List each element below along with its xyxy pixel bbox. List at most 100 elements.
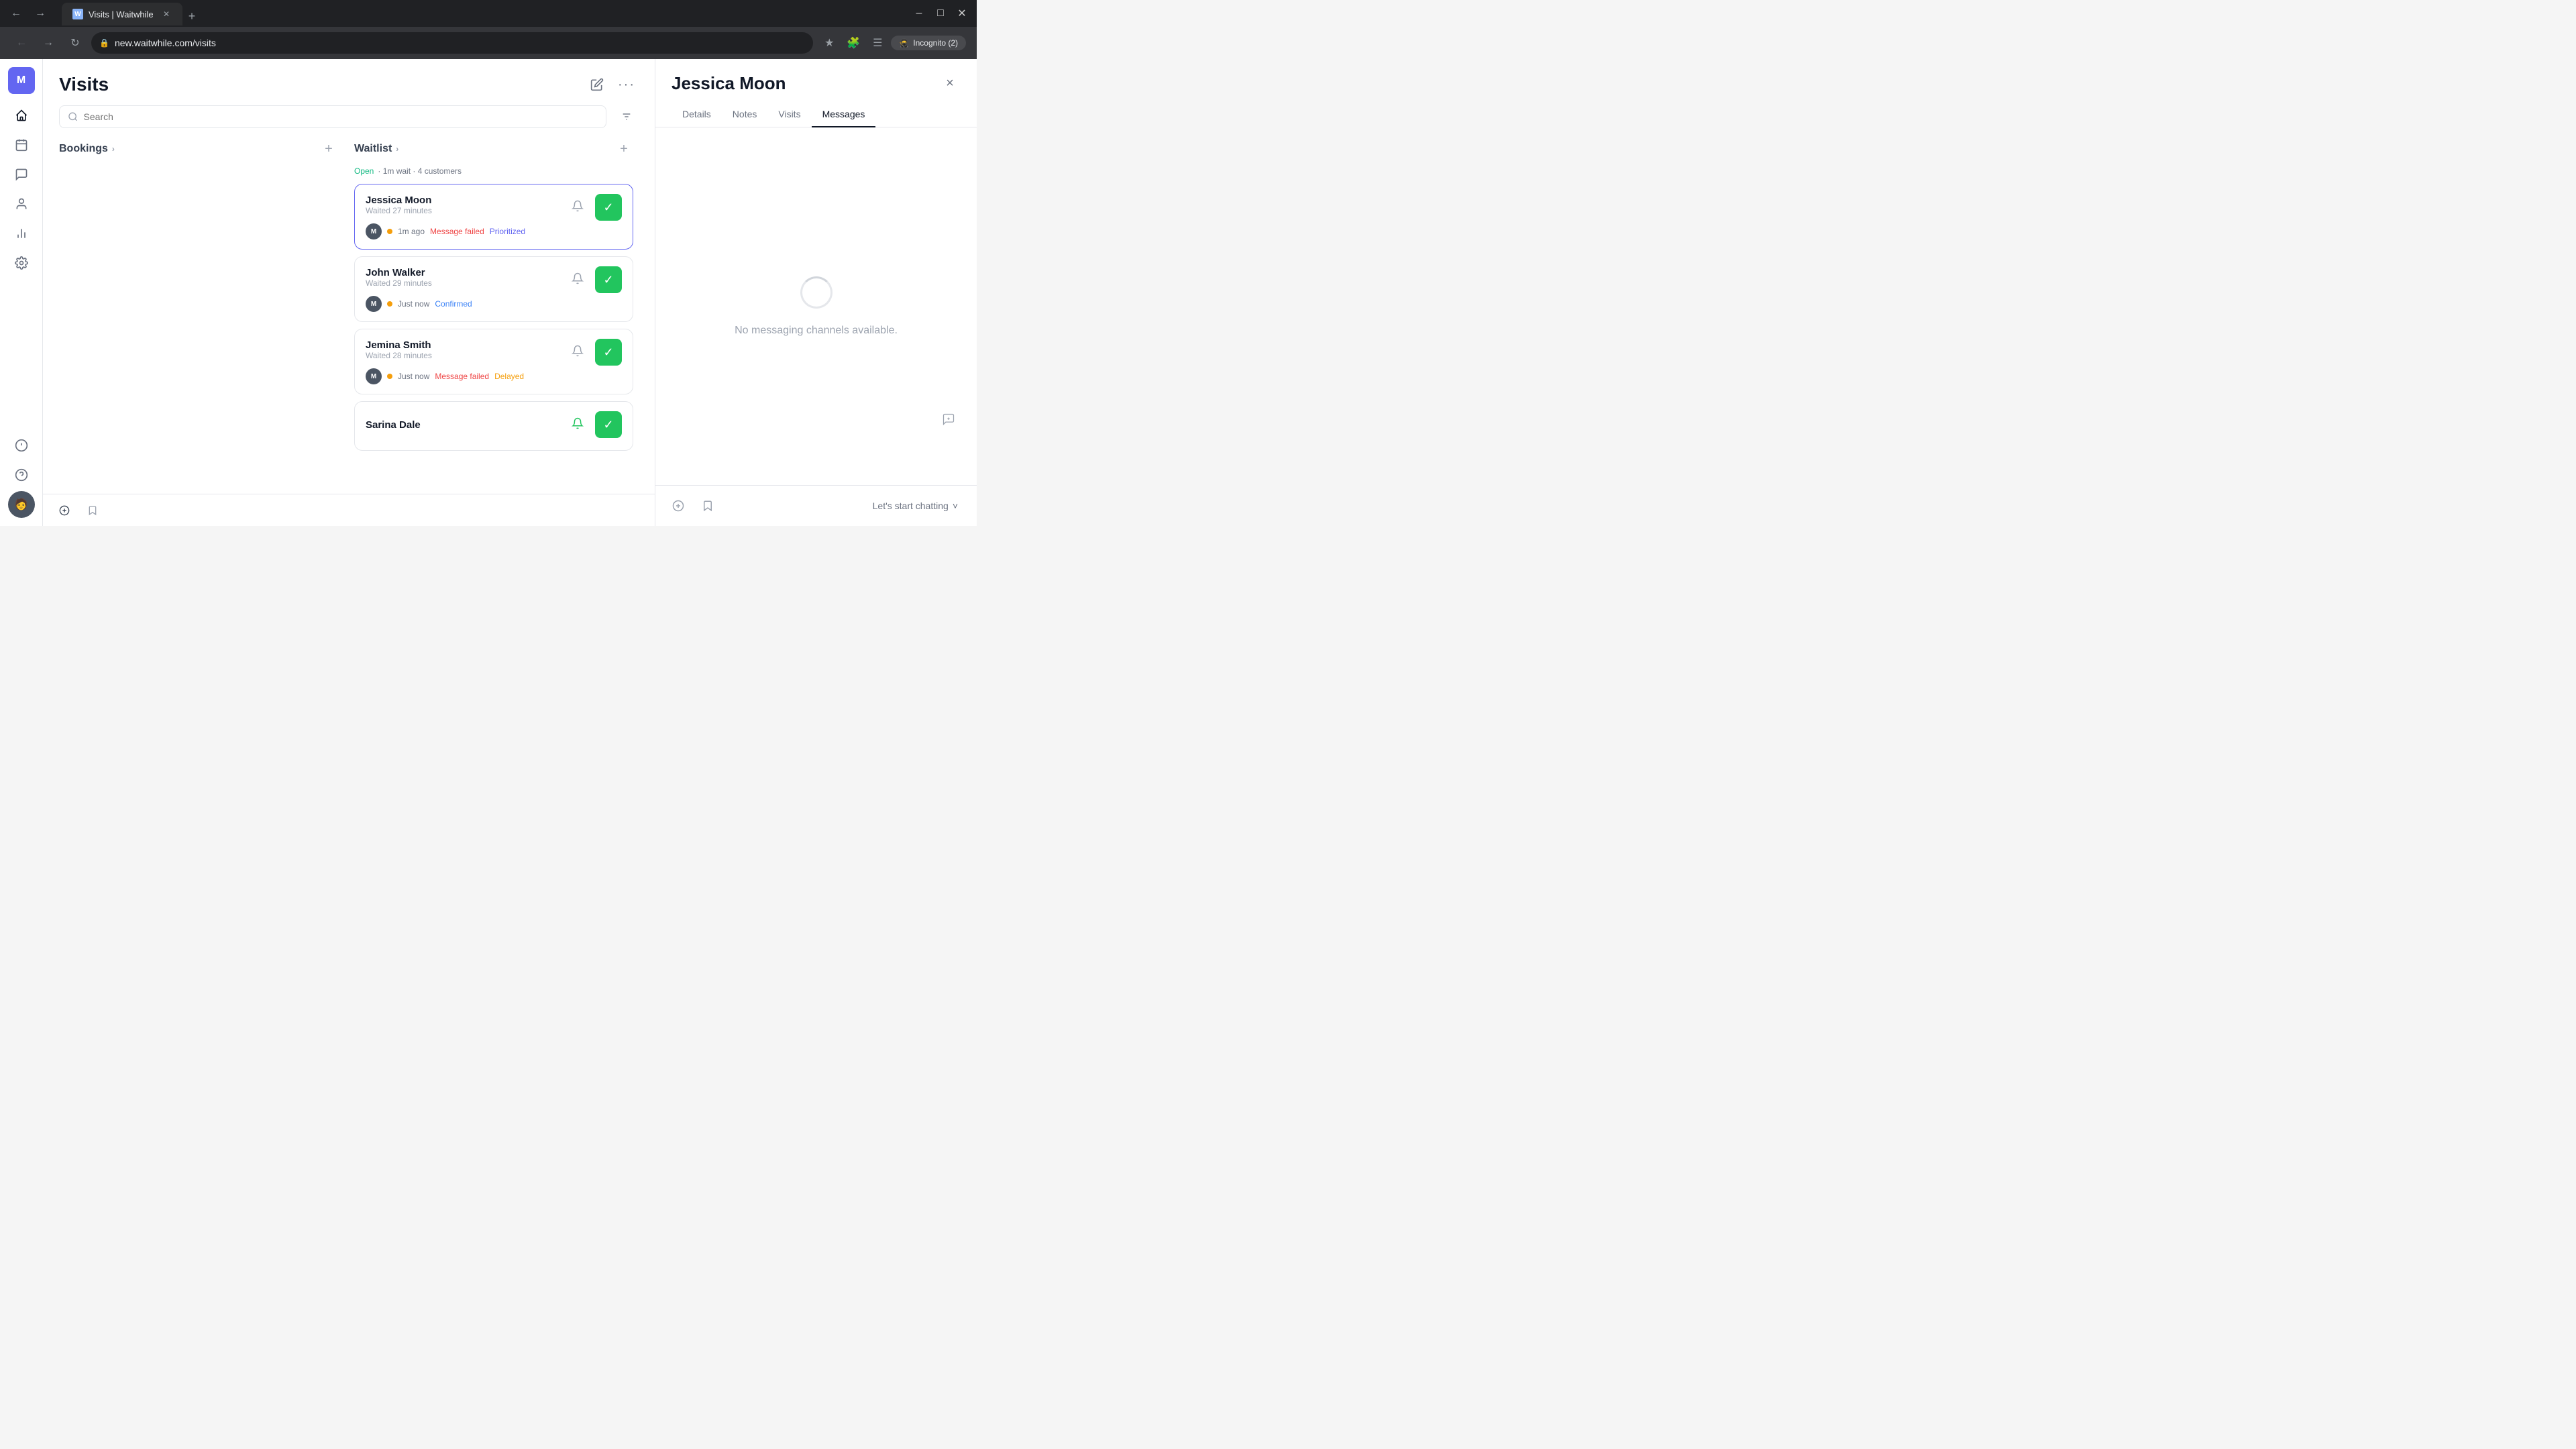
more-options-button[interactable]: ··· (614, 72, 639, 97)
right-panel-footer: Let's start chatting ˅ (655, 485, 977, 526)
right-panel-close-button[interactable]: × (939, 72, 961, 94)
bell-button-jemina[interactable] (566, 339, 590, 363)
tab-details[interactable]: Details (672, 102, 722, 127)
browser-toolbar: ← → ↻ 🔒 new.waitwhile.com/visits ★ 🧩 ☰ 🥷… (0, 27, 977, 59)
columns-container: Bookings › + Waitlist › + Open · (43, 137, 655, 494)
sidebar-item-messages[interactable] (8, 161, 35, 188)
sidebar-item-calendar[interactable] (8, 131, 35, 158)
reload-button[interactable]: ↻ (64, 32, 86, 54)
close-window-button[interactable]: ✕ (953, 4, 971, 23)
visit-waited-jemina: Waited 28 minutes (366, 351, 432, 360)
footer-bookmark-button[interactable] (696, 494, 720, 518)
search-input-wrap[interactable] (59, 105, 606, 128)
bell-button-john[interactable] (566, 266, 590, 290)
sidebar-item-people[interactable] (8, 191, 35, 217)
visit-card-top-john: John Walker Waited 29 minutes ✓ (366, 266, 622, 293)
toolbar-actions: ★ 🧩 ☰ 🥷 Incognito (2) (818, 32, 966, 54)
sidebar-button[interactable]: ☰ (867, 32, 888, 54)
visit-card-top-jemina: Jemina Smith Waited 28 minutes ✓ (366, 339, 622, 366)
visit-card-top-jessica: Jessica Moon Waited 27 minutes ✓ (366, 194, 622, 221)
bookings-add-button[interactable]: + (319, 140, 338, 158)
filter-button[interactable] (614, 105, 639, 129)
bookmark-visit-button[interactable] (80, 498, 105, 523)
tab-bar: W Visits | Waitwhile ✕ + (56, 1, 207, 25)
bell-button-sarina[interactable] (566, 411, 590, 435)
url-text: new.waitwhile.com/visits (115, 38, 216, 48)
meta-extra-tag-jessica: Prioritized (490, 225, 525, 237)
lock-icon: 🔒 (99, 38, 109, 48)
back-nav-button[interactable]: ← (11, 32, 32, 54)
browser-controls: ← → (5, 3, 51, 24)
visit-card-actions-jessica: ✓ (566, 194, 622, 221)
meta-time-jemina: Just now (398, 372, 429, 381)
sidebar-item-analytics[interactable] (8, 220, 35, 247)
bookings-title[interactable]: Bookings › (59, 143, 115, 155)
no-messaging-text: No messaging channels available. (735, 325, 898, 337)
right-panel-tabs: Details Notes Visits Messages (655, 102, 977, 127)
check-button-jemina[interactable]: ✓ (595, 339, 622, 366)
visit-card-jessica-moon[interactable]: Jessica Moon Waited 27 minutes ✓ (354, 184, 633, 250)
tab-notes[interactable]: Notes (722, 102, 768, 127)
visit-card-actions-john: ✓ (566, 266, 622, 293)
right-panel: Jessica Moon × Details Notes Visits Mess… (655, 59, 977, 526)
waitlist-status-rest: · 1m wait · 4 customers (378, 166, 462, 176)
message-action-button[interactable] (936, 407, 961, 431)
check-button-john[interactable]: ✓ (595, 266, 622, 293)
meta-tag-jessica: Message failed (430, 225, 484, 237)
visit-waited-john: Waited 29 minutes (366, 278, 432, 288)
sidebar-avatar[interactable]: M (8, 67, 35, 94)
maximize-button[interactable]: □ (931, 4, 950, 23)
edit-button[interactable] (585, 72, 609, 97)
search-input[interactable] (84, 111, 598, 122)
visit-card-actions-sarina: ✓ (566, 411, 622, 438)
footer-select-label: Let's start chatting (873, 500, 949, 511)
active-tab[interactable]: W Visits | Waitwhile ✕ (62, 3, 182, 25)
tab-close-button[interactable]: ✕ (161, 9, 172, 19)
visit-card-jemina-smith[interactable]: Jemina Smith Waited 28 minutes ✓ (354, 329, 633, 394)
minimize-button[interactable]: – (910, 4, 928, 23)
check-button-jessica[interactable]: ✓ (595, 194, 622, 221)
footer-add-button[interactable] (666, 494, 690, 518)
user-avatar[interactable]: 🧑 (8, 491, 35, 518)
sidebar-item-flash[interactable] (8, 432, 35, 459)
sidebar-item-help[interactable] (8, 462, 35, 488)
bookings-chevron-icon: › (112, 144, 115, 154)
footer-add-icon (672, 500, 684, 512)
visit-meta-john: M Just now Confirmed (366, 296, 622, 312)
waitlist-title[interactable]: Waitlist › (354, 143, 398, 155)
meta-extra-tag-jemina: Delayed (494, 370, 524, 382)
extensions-button[interactable]: 🧩 (843, 32, 864, 54)
sidebar: M (0, 59, 43, 526)
visit-card-john-walker[interactable]: John Walker Waited 29 minutes ✓ (354, 256, 633, 322)
check-button-sarina[interactable]: ✓ (595, 411, 622, 438)
right-panel-header: Jessica Moon × (655, 59, 977, 94)
bottom-bar (43, 494, 655, 526)
meta-time-jessica: 1m ago (398, 227, 425, 236)
visit-card-sarina-dale[interactable]: Sarina Dale ✓ (354, 401, 633, 451)
bookmark-icon (87, 505, 98, 516)
visit-meta-jessica: M 1m ago Message failed Prioritized (366, 223, 622, 239)
loading-spinner (800, 276, 833, 309)
tab-visits[interactable]: Visits (767, 102, 811, 127)
app-container: M (0, 59, 977, 526)
address-bar[interactable]: 🔒 new.waitwhile.com/visits (91, 32, 813, 54)
back-button[interactable]: ← (5, 3, 27, 24)
visit-name-john: John Walker (366, 267, 432, 278)
footer-channel-select[interactable]: Let's start chatting ˅ (865, 495, 966, 517)
forward-nav-button[interactable]: → (38, 32, 59, 54)
browser-chrome: ← → W Visits | Waitwhile ✕ + – □ ✕ ← → ↻… (0, 0, 977, 59)
bell-button-jessica[interactable] (566, 194, 590, 218)
waitlist-status: Open · 1m wait · 4 customers (354, 166, 633, 176)
sidebar-item-home[interactable] (8, 102, 35, 129)
tab-messages[interactable]: Messages (812, 102, 876, 127)
page-title: Visits (59, 74, 109, 95)
waitlist-add-button[interactable]: + (614, 140, 633, 158)
meta-dot-john (387, 301, 392, 307)
incognito-indicator[interactable]: 🥷 Incognito (2) (891, 36, 966, 50)
add-visit-button[interactable] (59, 505, 70, 516)
tab-favicon: W (72, 9, 83, 19)
forward-button[interactable]: → (30, 3, 51, 24)
sidebar-item-settings[interactable] (8, 250, 35, 276)
bookmark-button[interactable]: ★ (818, 32, 840, 54)
new-tab-button[interactable]: + (182, 7, 201, 25)
